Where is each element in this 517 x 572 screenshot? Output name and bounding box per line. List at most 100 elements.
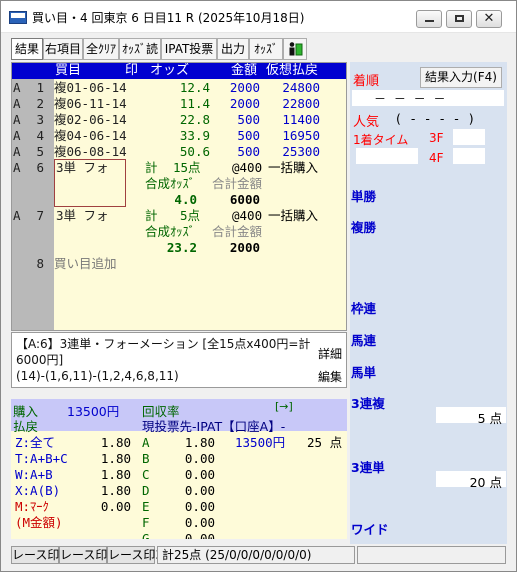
row-amount: 500 <box>237 128 260 143</box>
summary-row[interactable]: (M金額) F 0.00 <box>11 515 347 531</box>
summary-row-cat: G <box>142 531 150 539</box>
unit-price: @400 <box>232 160 263 175</box>
table-row[interactable]: A 2 複06-11-14 11.4 2000 22800 <box>12 96 346 112</box>
f3-input[interactable] <box>453 129 485 145</box>
sanrentan-points: 20 点 <box>469 475 502 490</box>
section-umaren: 馬連 <box>351 333 377 348</box>
section-umatan: 馬単 <box>351 365 377 380</box>
summary-row-label: T:A+B+C <box>15 451 68 466</box>
row-group: A <box>13 128 21 143</box>
point-count: 15点 <box>173 160 201 175</box>
order-label: 着順 <box>353 74 380 89</box>
arrow-button[interactable]: [→] <box>275 400 293 413</box>
bet-list[interactable]: 買目 印 オッズ 金額 仮想払戻 A 1 複01-06-14 12.4 2000… <box>11 62 347 331</box>
read-odds-button[interactable]: ｵｯｽﾞ読 <box>119 38 161 60</box>
summary-row-value: 1.80 <box>100 451 131 466</box>
row-payout: 25300 <box>282 144 320 159</box>
status-pane <box>357 546 506 564</box>
ipat-vote-button[interactable]: IPAT投票 <box>161 38 217 60</box>
table-row[interactable]: A 1 複01-06-14 12.4 2000 24800 <box>12 80 346 96</box>
row-number: 1 <box>36 80 44 95</box>
popularity-values: ( - - - - ) <box>396 111 477 126</box>
summary-row-cat: B <box>142 451 150 466</box>
close-icon: ✕ <box>483 11 495 26</box>
right-items-button[interactable]: 右項目 <box>43 38 83 60</box>
tab-race-mark-3[interactable]: レース印3 <box>107 546 163 564</box>
row-bet: 3単 フォ <box>56 208 109 223</box>
formation-values: 23.2 2000 <box>12 240 346 256</box>
formation-row[interactable]: A 6 3単 フォ 計 15点 @400 一括購入 <box>12 160 346 176</box>
row-group: A <box>13 112 21 127</box>
summary-row-amount: 13500円 <box>235 435 286 450</box>
maximize-button[interactable] <box>446 10 472 28</box>
row-odds: 33.9 <box>179 128 210 143</box>
row-number: 4 <box>36 128 44 143</box>
order-dashes: － － － － <box>374 92 448 106</box>
summary-row[interactable]: X:A(B) 1.80 D 0.00 <box>11 483 347 499</box>
app-window: 買い目・4 回東京 6 日目11 R (2025年10月18日) ✕ 結果 右項… <box>0 0 517 572</box>
sum-amount: 6000 <box>229 192 260 207</box>
section-sanrenpuku: 3連複 <box>351 396 385 411</box>
tab-result[interactable]: 結果 <box>11 38 43 60</box>
summary-row-cat: D <box>142 483 150 498</box>
section-sanrentan: 3連単 <box>351 460 385 475</box>
row-bet: 複01-06-14 <box>54 80 127 95</box>
summary-row-value: 1.80 <box>100 483 131 498</box>
tab-race-mark-1[interactable]: レース印1 <box>11 546 67 564</box>
summary-row-cat: A <box>142 435 150 450</box>
purchase-mode: 一括購入 <box>268 208 319 223</box>
status-bar: レース印1 レース印2 レース印3 計25点 (25/0/0/0/0/0/0/0… <box>11 546 506 564</box>
tab-race-mark-2[interactable]: レース印2 <box>59 546 115 564</box>
detail-button[interactable]: 詳細 <box>318 345 342 362</box>
summary-row-value: 1.80 <box>100 435 131 450</box>
row-bet: 3単 フォ <box>56 160 109 175</box>
formation-subrow: 合成ｵｯｽﾞ 合計金額 <box>12 176 346 192</box>
sanrenpuku-points: 5 点 <box>477 411 502 426</box>
row-bet: 複02-06-14 <box>54 112 127 127</box>
summary-header: 購入 13500円 回収率 [→] 払戻 現投票先-IPAT【口座A】- <box>11 399 347 434</box>
row-number: 5 <box>36 144 44 159</box>
total-points-status: 計25点 (25/0/0/0/0/0/0/0) <box>157 546 355 564</box>
description-formula: (14)-(1,6,11)-(1,2,4,6,8,11) <box>16 369 179 383</box>
close-button[interactable]: ✕ <box>476 10 502 28</box>
table-row[interactable]: A 3 複02-06-14 22.8 500 11400 <box>12 112 346 128</box>
minimize-button[interactable] <box>416 10 442 28</box>
formation-row[interactable]: A 7 3単 フォ 計 5点 @400 一括購入 <box>12 208 346 224</box>
header-mark: 印 <box>125 63 139 78</box>
first-time-label: 1着タイム <box>353 133 409 147</box>
summary-row[interactable]: M:ﾏｰｸ 0.00 E 0.00 <box>11 499 347 515</box>
first-time-input[interactable] <box>356 148 418 164</box>
window-title: 買い目・4 回東京 6 日目11 R (2025年10月18日) <box>32 11 305 25</box>
output-button[interactable]: 出力 <box>217 38 249 60</box>
summary-row-label: M:ﾏｰｸ <box>15 499 49 514</box>
add-bet-row[interactable]: 8 買い目追加 <box>12 256 346 272</box>
edit-button[interactable]: 編集 <box>318 368 342 385</box>
row-odds: 11.4 <box>179 96 210 111</box>
row-odds: 50.6 <box>179 144 210 159</box>
header-odds: オッズ <box>150 63 190 78</box>
purchase-value: 13500円 <box>67 404 120 419</box>
summary-row[interactable]: W:A+B 1.80 C 0.00 <box>11 467 347 483</box>
summary-row-payout: 0.00 <box>184 499 215 514</box>
result-input-button[interactable]: 結果入力(F4) <box>420 67 502 88</box>
f4-label: 4F <box>429 151 444 165</box>
summary-row[interactable]: G 0.00 <box>11 531 347 539</box>
synth-odds: 23.2 <box>166 240 197 255</box>
purchase-mode: 一括購入 <box>268 160 319 175</box>
summary-row[interactable]: T:A+B+C 1.80 B 0.00 <box>11 451 347 467</box>
summary-row-value: 1.80 <box>100 467 131 482</box>
minimize-icon <box>424 20 434 22</box>
summary-row-payout: 0.00 <box>184 531 215 539</box>
table-row[interactable]: A 4 複04-06-14 33.9 500 16950 <box>12 128 346 144</box>
summary-row-payout: 1.80 <box>184 435 215 450</box>
odds-button[interactable]: ｵｯｽﾞ <box>249 38 283 60</box>
user-settings-button[interactable] <box>283 38 307 60</box>
title-bar[interactable]: 買い目・4 回東京 6 日目11 R (2025年10月18日) ✕ <box>1 1 516 33</box>
f4-input[interactable] <box>453 148 485 164</box>
clear-all-button[interactable]: 全ｸﾘｱ <box>83 38 119 60</box>
row-payout: 22800 <box>282 96 320 111</box>
table-row[interactable]: A 5 複06-08-14 50.6 500 25300 <box>12 144 346 160</box>
description-text-block: 【A:6】3連単・フォーメーション [全15点x400円=計6000円] (14… <box>16 336 316 384</box>
row-amount: 500 <box>237 144 260 159</box>
summary-row[interactable]: Z:全て 1.80 A 1.80 13500円 25 点 <box>11 435 347 451</box>
